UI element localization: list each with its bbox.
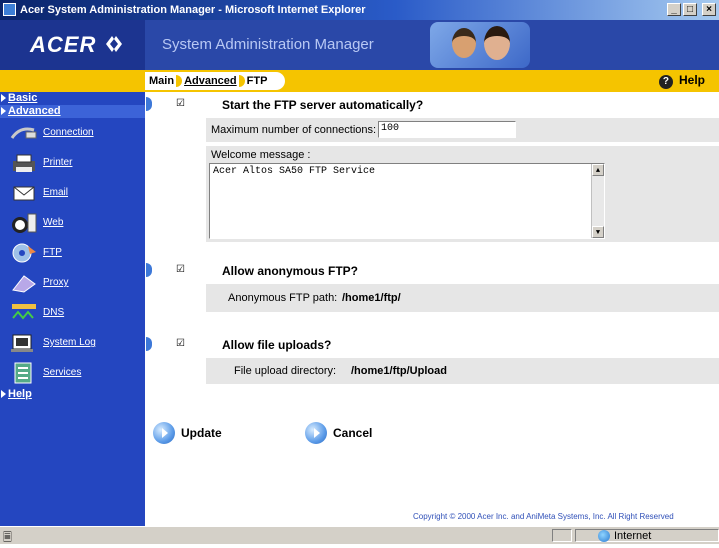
person-photo bbox=[484, 26, 510, 60]
row-marker bbox=[146, 337, 152, 351]
anon-path-label: Anonymous FTP path: bbox=[228, 292, 338, 304]
cancel-arrow-icon bbox=[305, 422, 327, 444]
breadcrumb-advanced[interactable]: Advanced bbox=[184, 75, 237, 87]
uploads-row: ☑ Allow file uploads? bbox=[146, 334, 719, 354]
page-header: ACER System Administration Manager bbox=[0, 20, 719, 70]
sidebar-item-web[interactable]: Web bbox=[0, 208, 145, 238]
help-link[interactable]: ? Help bbox=[658, 73, 705, 89]
page-status-icon: 🗏 bbox=[3, 532, 12, 544]
minimize-button[interactable]: _ bbox=[667, 3, 681, 16]
web-globe-icon bbox=[12, 213, 37, 233]
maximize-button[interactable]: □ bbox=[683, 3, 697, 16]
system-log-icon bbox=[11, 334, 33, 352]
max-connections-input[interactable]: 100 bbox=[378, 121, 516, 138]
sidebar-item-proxy[interactable]: Proxy bbox=[0, 268, 145, 298]
sidebar-item-dns[interactable]: DNS bbox=[0, 298, 145, 328]
printer-icon bbox=[13, 154, 35, 172]
breadcrumb-bar: Main Advanced FTP ? Help bbox=[145, 70, 719, 92]
header-photo bbox=[430, 22, 530, 68]
auto-start-row: ☑ Start the FTP server automatically? bbox=[146, 94, 719, 114]
sidebar-item-label: Printer bbox=[43, 157, 73, 168]
proxy-icon bbox=[12, 275, 36, 293]
sidebar-item-connection[interactable]: Connection bbox=[0, 118, 145, 148]
sidebar-item-label: FTP bbox=[43, 247, 62, 258]
anon-path-value: /home1/ftp/ bbox=[342, 292, 401, 304]
textarea-scrollbar[interactable]: ▲ ▼ bbox=[591, 164, 604, 238]
app-title: System Administration Manager bbox=[162, 36, 374, 53]
upload-dir-value: /home1/ftp/Upload bbox=[351, 365, 447, 377]
row-spacer bbox=[156, 284, 206, 312]
services-icon bbox=[14, 362, 32, 384]
sidebar: Basic Advanced Connection Printer Email … bbox=[0, 92, 145, 526]
help-label: Help bbox=[678, 73, 705, 87]
sidebar-item-label: System Log bbox=[43, 337, 96, 348]
cancel-label: Cancel bbox=[333, 426, 373, 440]
scroll-down-button[interactable]: ▼ bbox=[592, 226, 604, 238]
row-spacer bbox=[156, 118, 206, 142]
sidebar-section-help[interactable]: Help bbox=[0, 388, 145, 401]
uploads-checkbox[interactable]: ☑ bbox=[176, 339, 186, 349]
internet-globe-icon bbox=[598, 530, 610, 542]
ie-icon bbox=[3, 3, 16, 16]
status-pane bbox=[552, 529, 572, 542]
welcome-message-textarea[interactable]: Acer Altos SA50 FTP Service ▲ ▼ bbox=[209, 163, 605, 239]
sidebar-item-system-log[interactable]: System Log bbox=[0, 328, 145, 358]
cable-icon bbox=[10, 127, 37, 139]
update-arrow-icon bbox=[153, 422, 175, 444]
scroll-up-button[interactable]: ▲ bbox=[592, 164, 604, 176]
sidebar-item-label: Web bbox=[43, 217, 64, 228]
sidebar-item-label: Services bbox=[43, 367, 82, 378]
row-spacer bbox=[156, 146, 206, 242]
sidebar-item-label: Email bbox=[43, 187, 69, 198]
breadcrumb-separator bbox=[176, 75, 183, 88]
breadcrumb: Main Advanced FTP bbox=[145, 72, 285, 90]
sidebar-item-email[interactable]: Email bbox=[0, 178, 145, 208]
upload-dir-row: File upload directory: /home1/ftp/Upload bbox=[156, 358, 719, 384]
sidebar-item-label: Proxy bbox=[43, 277, 69, 288]
window-title-bar[interactable]: Acer System Administration Manager - Mic… bbox=[0, 0, 719, 20]
sidebar-item-label: Connection bbox=[43, 127, 94, 138]
close-button[interactable]: × bbox=[702, 3, 716, 16]
sidebar-item-ftp[interactable]: FTP bbox=[0, 238, 145, 268]
row-marker bbox=[146, 263, 152, 277]
auto-start-checkbox[interactable]: ☑ bbox=[176, 99, 186, 109]
envelope-icon bbox=[13, 186, 35, 201]
sidebar-item-services[interactable]: Services bbox=[0, 358, 145, 388]
anon-path-row: Anonymous FTP path: /home1/ftp/ bbox=[156, 284, 719, 312]
copyright: Copyright © 2000 Acer Inc. and AniMeta S… bbox=[413, 512, 674, 521]
auto-start-label: Start the FTP server automatically? bbox=[222, 98, 424, 112]
uploads-label: Allow file uploads? bbox=[222, 338, 332, 352]
row-spacer bbox=[156, 358, 206, 384]
main-content: ☑ Start the FTP server automatically? Ma… bbox=[145, 92, 719, 526]
zone-label: Internet bbox=[614, 529, 652, 542]
acer-logo-mark-icon bbox=[106, 36, 122, 52]
security-zone: Internet bbox=[575, 529, 719, 542]
update-label: Update bbox=[181, 426, 222, 440]
ftp-disc-icon bbox=[12, 243, 36, 263]
sidebar-section-advanced[interactable]: Advanced bbox=[0, 105, 145, 118]
max-connections-label: Maximum number of connections: bbox=[211, 124, 377, 136]
sidebar-item-printer[interactable]: Printer bbox=[0, 148, 145, 178]
logo-area: ACER bbox=[0, 20, 145, 70]
welcome-message-row: Welcome message : Acer Altos SA50 FTP Se… bbox=[156, 146, 719, 242]
window-title: Acer System Administration Manager - Mic… bbox=[20, 4, 366, 16]
anonymous-ftp-checkbox[interactable]: ☑ bbox=[176, 265, 186, 275]
row-marker bbox=[146, 97, 152, 111]
upload-dir-label: File upload directory: bbox=[234, 365, 337, 377]
help-icon: ? bbox=[658, 75, 673, 89]
sidebar-item-label: DNS bbox=[43, 307, 65, 318]
breadcrumb-current: FTP bbox=[246, 75, 268, 88]
breadcrumb-separator bbox=[238, 75, 245, 88]
anonymous-ftp-row: ☑ Allow anonymous FTP? bbox=[146, 260, 719, 280]
max-connections-row: Maximum number of connections: 100 bbox=[156, 118, 719, 142]
welcome-message-text: Acer Altos SA50 FTP Service bbox=[213, 166, 376, 177]
status-bar: 🗏 Internet bbox=[0, 526, 719, 544]
breadcrumb-main[interactable]: Main bbox=[149, 75, 174, 87]
anonymous-ftp-label: Allow anonymous FTP? bbox=[222, 264, 359, 278]
welcome-message-label: Welcome message : bbox=[211, 149, 311, 161]
acer-logo: ACER bbox=[30, 32, 97, 57]
person-photo bbox=[452, 28, 476, 58]
sidebar-section-basic[interactable]: Basic bbox=[0, 92, 145, 105]
dns-icon bbox=[12, 304, 36, 320]
